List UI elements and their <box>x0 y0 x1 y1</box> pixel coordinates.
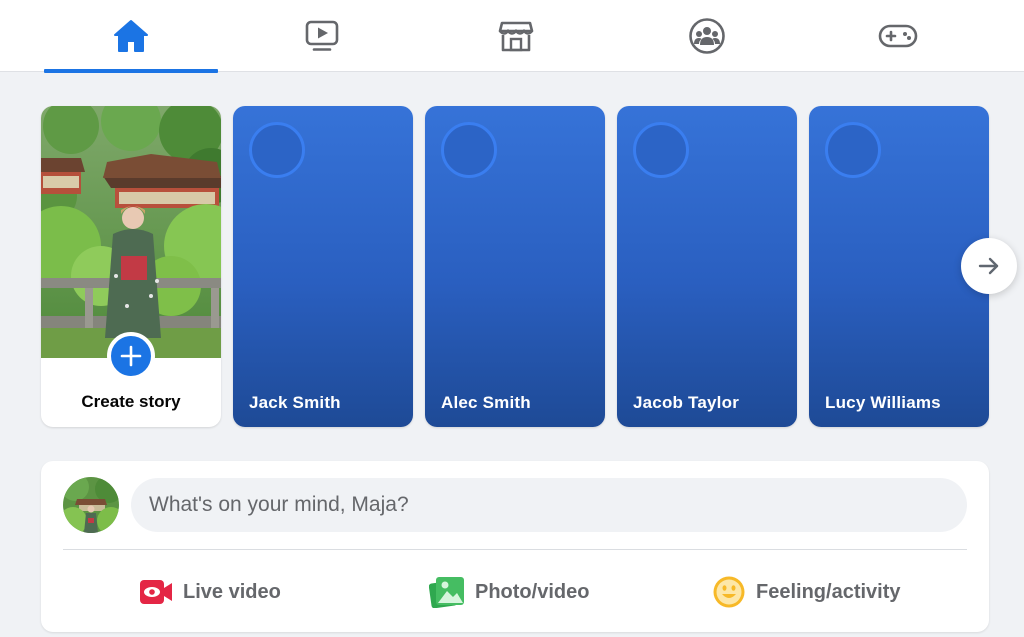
tab-groups[interactable] <box>620 0 794 72</box>
story-card-jack-smith[interactable]: Jack Smith <box>233 106 413 427</box>
story-friend-name: Jack Smith <box>249 393 341 412</box>
photo-video-button[interactable]: Photo/video <box>429 569 589 615</box>
video-play-icon <box>305 20 339 51</box>
arrow-right-icon <box>978 257 999 275</box>
live-video-icon <box>140 580 172 604</box>
photo-icon <box>429 577 464 608</box>
tab-home[interactable] <box>44 0 218 73</box>
tab-watch[interactable] <box>235 0 409 72</box>
story-photo <box>41 106 221 358</box>
story-avatar-ring <box>633 122 689 178</box>
top-navigation-bar <box>0 0 1024 73</box>
smiley-icon <box>713 576 745 608</box>
feeling-activity-button[interactable]: Feeling/activity <box>712 569 901 615</box>
gamepad-icon <box>878 24 918 48</box>
live-video-label: Live video <box>183 580 281 603</box>
create-story-label: Create story <box>81 392 181 411</box>
avatar[interactable] <box>63 477 119 533</box>
live-video-button[interactable]: Live video <box>139 569 281 615</box>
story-avatar-ring <box>249 122 305 178</box>
whats-on-your-mind-input[interactable] <box>131 478 967 532</box>
home-icon <box>114 20 148 52</box>
story-avatar-ring <box>825 122 881 178</box>
tab-gaming[interactable] <box>811 0 985 72</box>
feeling-activity-label: Feeling/activity <box>756 580 901 603</box>
groups-icon <box>689 18 725 54</box>
plus-icon <box>120 345 142 367</box>
story-friend-name: Alec Smith <box>441 393 531 412</box>
story-card-alec-smith[interactable]: Alec Smith <box>425 106 605 427</box>
storefront-icon <box>498 21 534 52</box>
story-friend-name: Lucy Williams <box>825 393 941 412</box>
photo-video-label: Photo/video <box>475 580 590 603</box>
tab-marketplace[interactable] <box>429 0 603 72</box>
add-story-button[interactable] <box>107 332 155 380</box>
create-story-card[interactable]: Create story <box>41 106 221 427</box>
stories-next-button[interactable] <box>961 238 1017 294</box>
story-friend-name: Jacob Taylor <box>633 393 740 412</box>
story-card-jacob-taylor[interactable]: Jacob Taylor <box>617 106 797 427</box>
composer-divider <box>63 549 967 550</box>
post-composer: Live video Photo/video Feeling/activity <box>41 461 989 632</box>
story-avatar-ring <box>441 122 497 178</box>
